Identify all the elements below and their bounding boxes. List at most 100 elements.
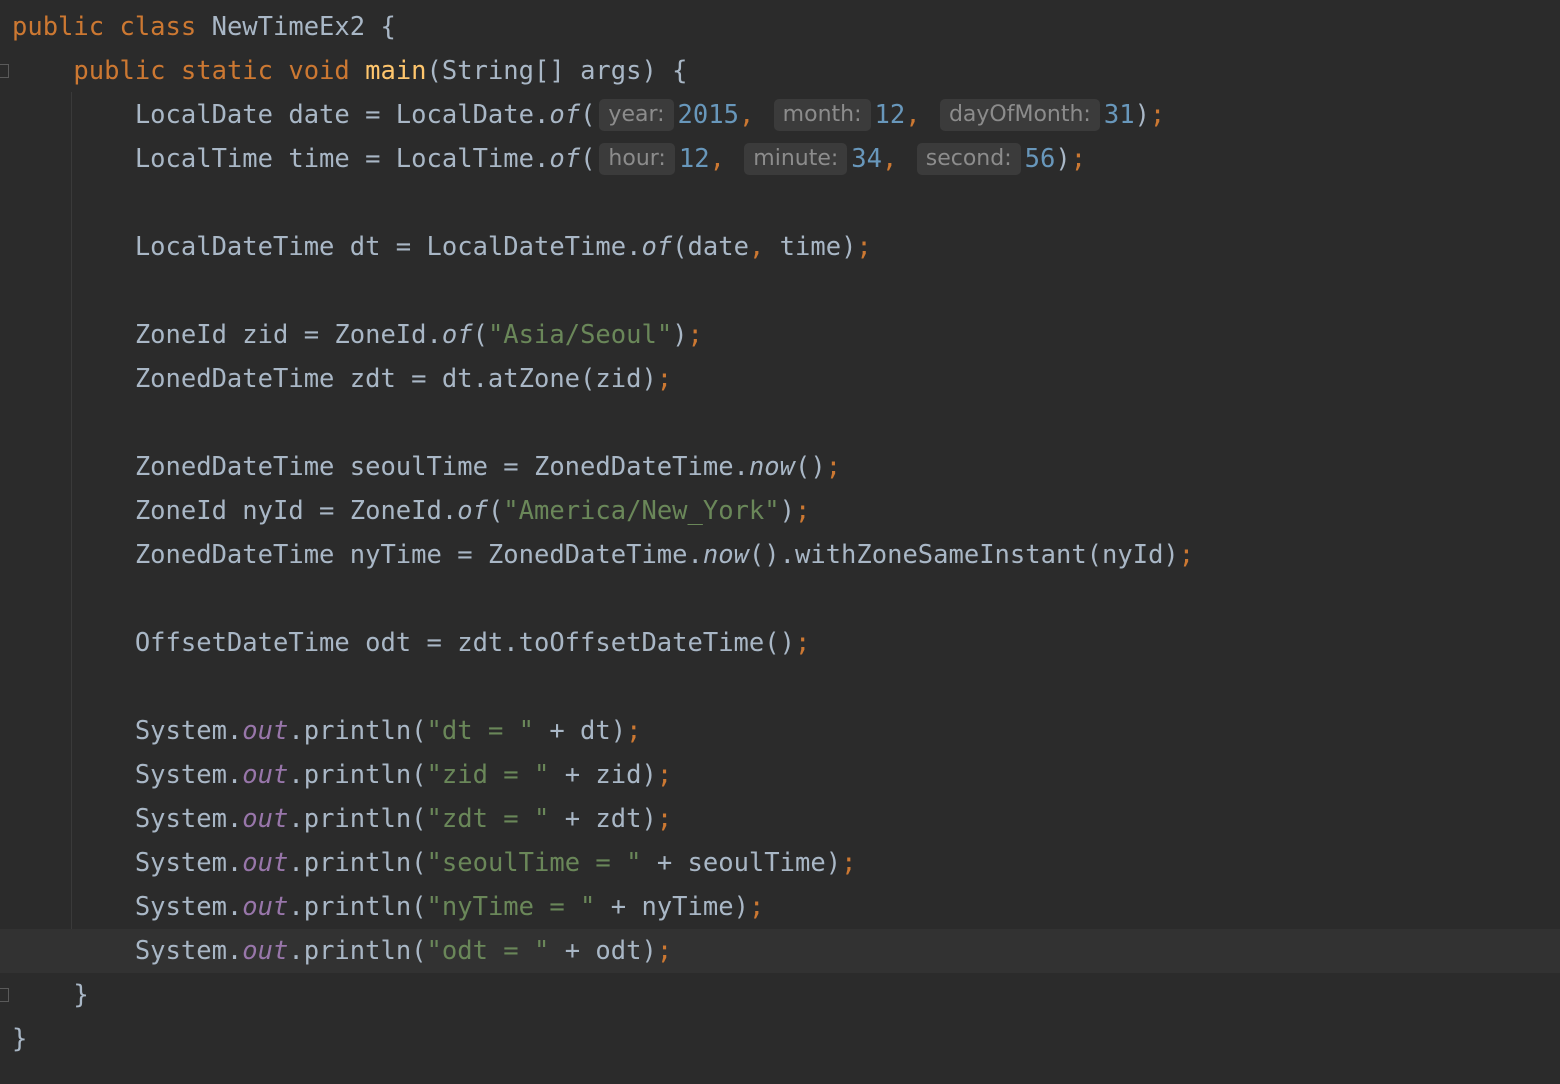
code-token: System.	[12, 760, 243, 790]
code-token: out	[242, 848, 289, 878]
code-line-current[interactable]: System.out.println("odt = " + odt);	[0, 929, 1560, 973]
code-token: + seoulTime)	[641, 848, 842, 878]
code-line[interactable]: LocalTime time = LocalTime.of(hour: 12, m…	[0, 137, 1560, 181]
code-line[interactable]	[0, 577, 1560, 621]
code-token: class	[119, 12, 212, 42]
code-token: )	[1134, 100, 1150, 130]
code-token: "zid = "	[426, 760, 550, 790]
code-token: System.	[12, 716, 243, 746]
code-line[interactable]: public static void main(String[] args) {	[0, 49, 1560, 93]
code-token: + zid)	[549, 760, 657, 790]
code-token: ,	[709, 144, 741, 174]
code-token: ;	[626, 716, 642, 746]
code-text: ZonedDateTime nyTime = ZonedDateTime.now…	[12, 533, 1194, 577]
code-line[interactable]: public class NewTimeEx2 {	[0, 5, 1560, 49]
code-line[interactable]: ZonedDateTime seoulTime = ZonedDateTime.…	[0, 445, 1560, 489]
code-token: "nyTime = "	[426, 892, 596, 922]
code-token: (	[580, 144, 596, 174]
code-editor[interactable]: public class NewTimeEx2 { public static …	[0, 0, 1560, 1084]
code-line[interactable]: System.out.println("zid = " + zid);	[0, 753, 1560, 797]
code-token: ;	[748, 892, 765, 922]
code-token: now	[748, 452, 795, 482]
code-text: System.out.println("zid = " + zid);	[12, 753, 672, 797]
code-line[interactable]: System.out.println("zdt = " + zdt);	[0, 797, 1560, 841]
code-token: + nyTime)	[595, 892, 749, 922]
code-token: LocalDate date = LocalDate.	[12, 100, 550, 130]
code-token: ,	[882, 144, 913, 174]
code-token: of	[457, 496, 488, 526]
parameter-hint: second:	[916, 143, 1021, 175]
code-token: ;	[656, 364, 673, 394]
code-token: ZonedDateTime seoulTime = ZonedDateTime.	[12, 452, 749, 482]
parameter-hint: dayOfMonth:	[939, 99, 1100, 131]
code-token: (date	[672, 232, 749, 262]
code-token: "odt = "	[426, 936, 550, 966]
code-text: System.out.println("dt = " + dt);	[12, 709, 642, 753]
code-line[interactable]: LocalDateTime dt = LocalDateTime.of(date…	[0, 225, 1560, 269]
code-token: static	[180, 56, 289, 86]
code-text: }	[12, 973, 89, 1017]
code-token: 34	[851, 144, 883, 174]
code-line[interactable]: ZoneId zid = ZoneId.of("Asia/Seoul");	[0, 313, 1560, 357]
code-token: "America/New_York"	[503, 496, 780, 526]
code-token: ZoneId nyId = ZoneId.	[12, 496, 458, 526]
code-token: System.	[12, 848, 243, 878]
code-token: ()	[794, 452, 826, 482]
code-line[interactable]: }	[0, 1017, 1560, 1061]
code-token: of	[641, 232, 673, 262]
code-text: OffsetDateTime odt = zdt.toOffsetDateTim…	[12, 621, 811, 665]
parameter-hint: minute:	[744, 143, 848, 175]
parameter-hint: hour:	[599, 143, 675, 175]
code-token: .println(	[288, 936, 427, 966]
code-token: LocalTime time = LocalTime.	[12, 144, 550, 174]
code-token: main	[365, 56, 427, 86]
code-token: ().withZoneSameInstant(nyId)	[748, 540, 1179, 570]
code-text: public class NewTimeEx2 {	[12, 5, 396, 49]
code-text: ZoneId nyId = ZoneId.of("America/New_Yor…	[12, 489, 811, 533]
code-text: }	[12, 1017, 27, 1061]
code-token: )	[1055, 144, 1071, 174]
code-line[interactable]	[0, 181, 1560, 225]
code-token: out	[242, 760, 289, 790]
code-line[interactable]: System.out.println("dt = " + dt);	[0, 709, 1560, 753]
code-token: "Asia/Seoul"	[487, 320, 673, 350]
code-token: ;	[856, 232, 872, 262]
code-line[interactable]	[0, 665, 1560, 709]
code-line[interactable]: OffsetDateTime odt = zdt.toOffsetDateTim…	[0, 621, 1560, 665]
code-token: "dt = "	[426, 716, 534, 746]
code-token: System.	[12, 892, 243, 922]
code-line[interactable]: LocalDate date = LocalDate.of(year: 2015,…	[0, 93, 1560, 137]
code-token: out	[242, 936, 289, 966]
code-token: now	[702, 540, 749, 570]
code-token: out	[242, 716, 289, 746]
code-line[interactable]: System.out.println("seoulTime = " + seou…	[0, 841, 1560, 885]
parameter-hint: month:	[773, 99, 871, 131]
code-line[interactable]: ZonedDateTime nyTime = ZonedDateTime.now…	[0, 533, 1560, 577]
code-text: public static void main(String[] args) {	[12, 49, 687, 93]
code-token: 31	[1103, 100, 1135, 130]
code-token: of	[441, 320, 473, 350]
code-line[interactable]	[0, 269, 1560, 313]
code-line[interactable]: ZoneId nyId = ZoneId.of("America/New_Yor…	[0, 489, 1560, 533]
code-text: System.out.println("zdt = " + zdt);	[12, 797, 672, 841]
code-token: ;	[656, 760, 673, 790]
code-token: .println(	[288, 716, 427, 746]
code-token: 12	[874, 100, 906, 130]
code-token: time)	[779, 232, 857, 262]
code-token: }	[12, 980, 89, 1010]
code-token: ;	[1149, 100, 1166, 130]
code-line[interactable]	[0, 401, 1560, 445]
code-token: + odt)	[549, 936, 657, 966]
code-token: void	[288, 56, 366, 86]
code-line[interactable]: ZonedDateTime zdt = dt.atZone(zid);	[0, 357, 1560, 401]
code-token: .println(	[288, 892, 427, 922]
code-token: ;	[656, 936, 673, 966]
code-token: }	[12, 1024, 28, 1054]
code-line[interactable]: }	[0, 973, 1560, 1017]
code-text: System.out.println("seoulTime = " + seou…	[12, 841, 857, 885]
code-text: LocalDateTime dt = LocalDateTime.of(date…	[12, 225, 872, 269]
code-token: ;	[825, 452, 842, 482]
code-line[interactable]: System.out.println("nyTime = " + nyTime)…	[0, 885, 1560, 929]
code-token: + zdt)	[549, 804, 657, 834]
